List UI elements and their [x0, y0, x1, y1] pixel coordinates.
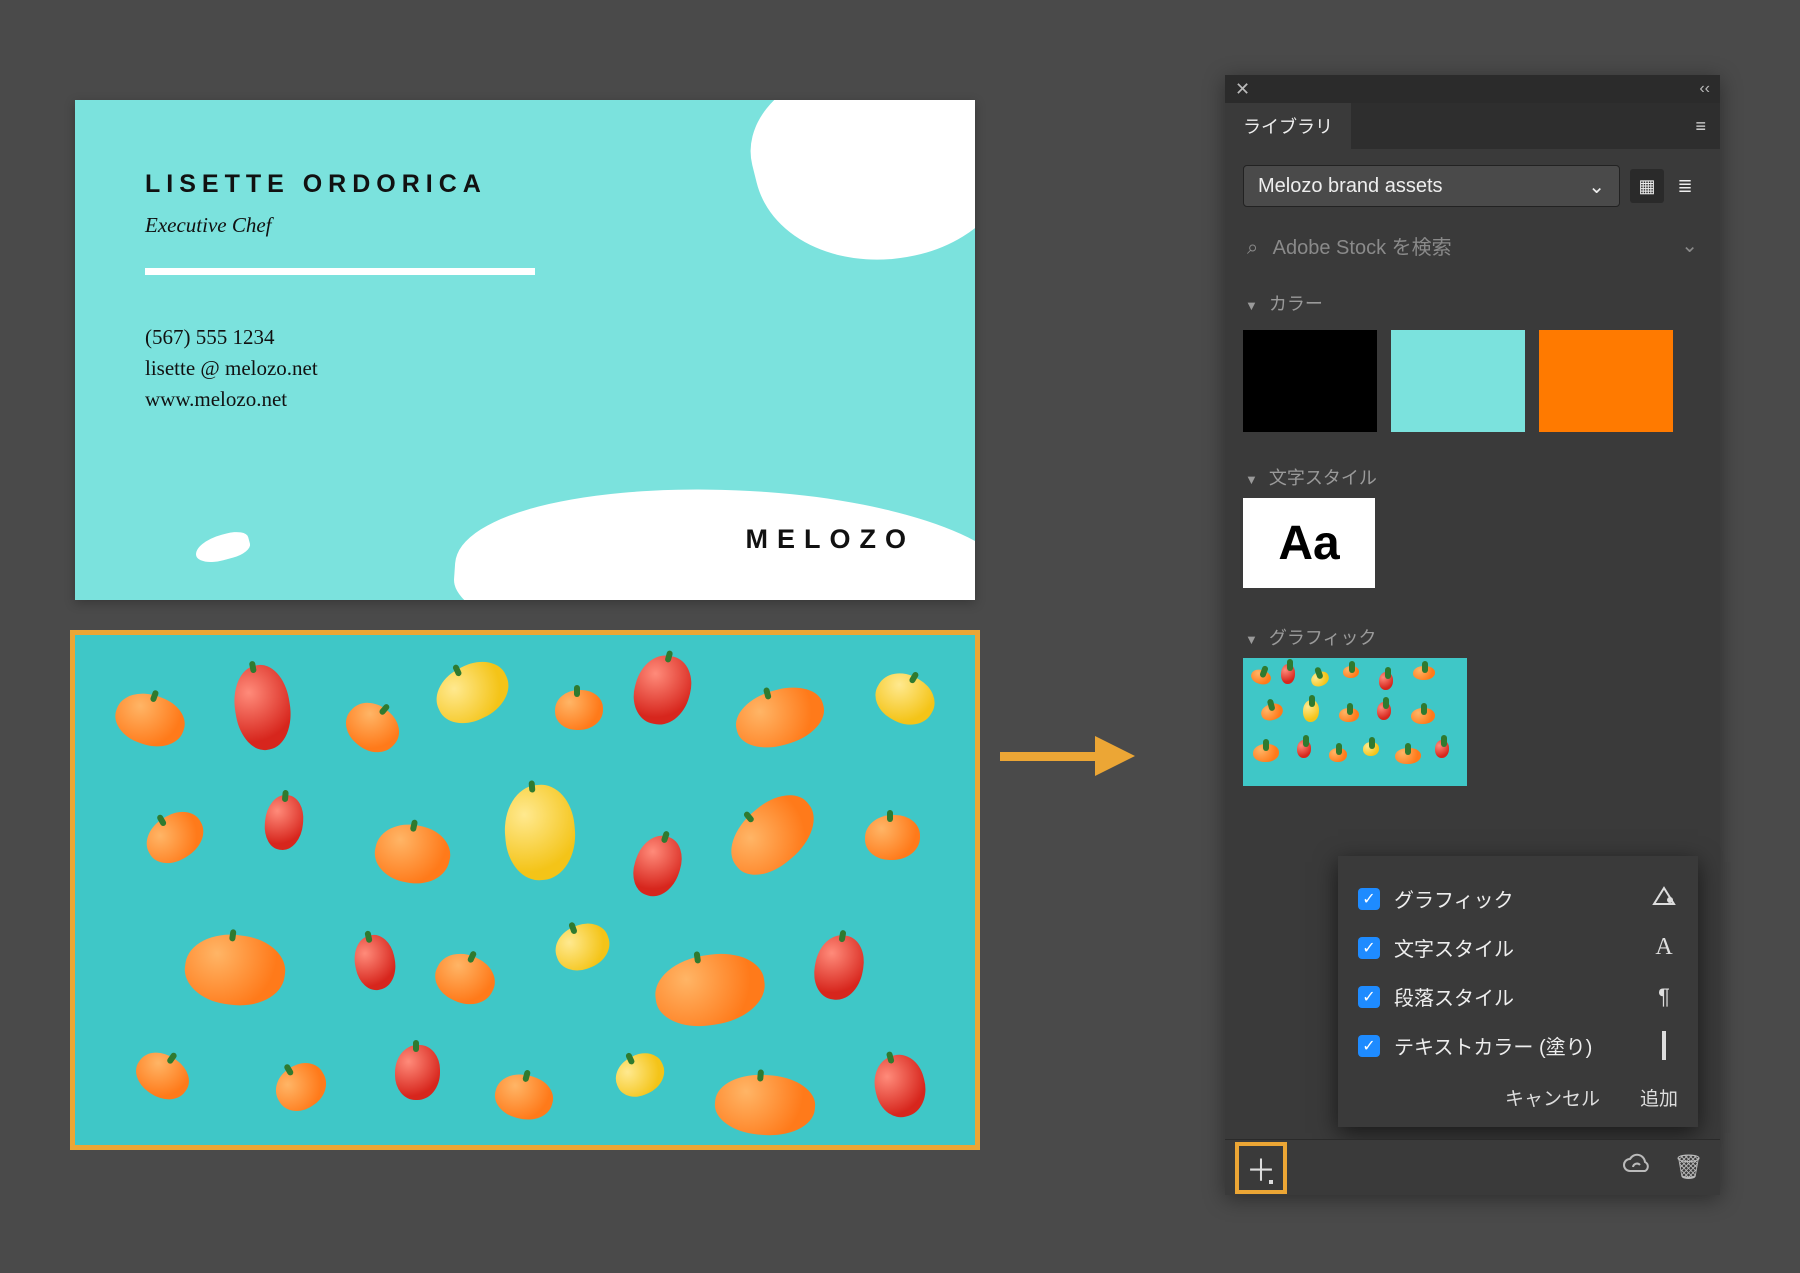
section-header-color[interactable]: ▼ カラー: [1243, 282, 1702, 324]
trash-icon[interactable]: 🗑: [1674, 1153, 1704, 1182]
color-swatch[interactable]: [1539, 330, 1673, 432]
chevron-down-icon: ⌄: [1588, 174, 1605, 199]
popup-label: グラフィック: [1394, 884, 1514, 913]
pilcrow-icon: ¶: [1650, 984, 1678, 1010]
checkbox-checked[interactable]: ✓: [1358, 986, 1380, 1008]
add-content-popup: ✓ グラフィック ✓ 文字スタイル A ✓ 段落スタイル ¶ ✓ テキスト: [1338, 856, 1698, 1127]
library-dropdown[interactable]: Melozo brand assets ⌄: [1243, 165, 1620, 207]
popup-option-textcolor[interactable]: ✓ テキストカラー (塗り): [1358, 1021, 1678, 1070]
view-list-button[interactable]: ≣: [1668, 169, 1702, 203]
color-swatch[interactable]: [1243, 330, 1377, 432]
card-name: LISETTE ORDORICA: [145, 170, 535, 199]
character-style-swatch[interactable]: Aa: [1243, 498, 1375, 588]
card-divider: [145, 268, 535, 275]
dropdown-dot-icon: [1269, 1180, 1273, 1184]
graphic-icon: [1650, 886, 1678, 912]
panel-body: Melozo brand assets ⌄ ▦ ≣ ⌕ Adobe Stock …: [1225, 149, 1720, 846]
chevron-down-icon[interactable]: ⌄: [1681, 233, 1698, 258]
section-header-type[interactable]: ▼ 文字スタイル: [1243, 456, 1702, 498]
popup-label: テキストカラー (塗り): [1394, 1031, 1592, 1060]
view-grid-button[interactable]: ▦: [1630, 169, 1664, 203]
triangle-down-icon: ▼: [1245, 472, 1258, 487]
search-input[interactable]: ⌕ Adobe Stock を検索 ⌄: [1243, 221, 1702, 282]
panel-footer: ＋ 🗑: [1225, 1139, 1720, 1195]
card-tear-shape: [193, 528, 253, 566]
popup-label: 文字スタイル: [1394, 933, 1514, 962]
card-text-block: LISETTE ORDORICA Executive Chef (567) 55…: [145, 170, 535, 418]
collapse-icon[interactable]: ‹‹: [1699, 80, 1710, 98]
panel-topbar: ✕ ‹‹: [1225, 75, 1720, 103]
add-content-button[interactable]: ＋: [1235, 1142, 1287, 1194]
triangle-down-icon: ▼: [1245, 298, 1258, 313]
type-icon: A: [1650, 934, 1678, 961]
list-icon: ≣: [1677, 176, 1692, 197]
color-swatch[interactable]: [1391, 330, 1525, 432]
card-email: lisette @ melozo.net: [145, 356, 535, 381]
popup-label: 段落スタイル: [1394, 982, 1514, 1011]
instruction-arrow-icon: [1000, 736, 1140, 776]
checkbox-checked[interactable]: ✓: [1358, 888, 1380, 910]
graphic-thumbnail[interactable]: [1243, 658, 1467, 786]
card-title: Executive Chef: [145, 213, 535, 238]
card-web: www.melozo.net: [145, 387, 535, 412]
panel-menu-icon[interactable]: ≡: [1695, 116, 1720, 137]
card-tear-shape: [735, 100, 975, 288]
cancel-button[interactable]: キャンセル: [1505, 1084, 1600, 1111]
peppers-image: [75, 635, 975, 1145]
popup-option-graphic[interactable]: ✓ グラフィック: [1358, 874, 1678, 923]
libraries-panel: ✕ ‹‹ ライブラリ ≡ Melozo brand assets ⌄ ▦ ≣ ⌕: [1225, 75, 1720, 1195]
section-label: 文字スタイル: [1269, 468, 1377, 488]
grid-icon: ▦: [1638, 176, 1655, 197]
checkbox-checked[interactable]: ✓: [1358, 1035, 1380, 1057]
card-logo-text: MELOZO: [746, 524, 916, 555]
fill-color-icon: [1650, 1033, 1678, 1059]
checkbox-checked[interactable]: ✓: [1358, 937, 1380, 959]
close-icon[interactable]: ✕: [1235, 79, 1250, 100]
selected-image[interactable]: [70, 630, 980, 1150]
search-icon: ⌕: [1247, 237, 1258, 259]
triangle-down-icon: ▼: [1245, 632, 1258, 647]
business-card-artwork: LISETTE ORDORICA Executive Chef (567) 55…: [75, 100, 975, 600]
type-sample: Aa: [1278, 516, 1339, 571]
search-placeholder: Adobe Stock を検索: [1273, 237, 1452, 259]
popup-option-parastyle[interactable]: ✓ 段落スタイル ¶: [1358, 972, 1678, 1021]
cloud-sync-icon[interactable]: [1622, 1153, 1650, 1182]
color-swatch-row: [1243, 324, 1702, 456]
panel-tabbar: ライブラリ ≡: [1225, 103, 1720, 149]
popup-option-charstyle[interactable]: ✓ 文字スタイル A: [1358, 923, 1678, 972]
tab-libraries[interactable]: ライブラリ: [1225, 103, 1351, 149]
card-phone: (567) 555 1234: [145, 325, 535, 350]
section-label: グラフィック: [1269, 628, 1377, 648]
library-selected-label: Melozo brand assets: [1258, 175, 1443, 198]
add-button[interactable]: 追加: [1640, 1084, 1678, 1111]
section-header-graphic[interactable]: ▼ グラフィック: [1243, 616, 1702, 658]
section-label: カラー: [1269, 294, 1323, 314]
